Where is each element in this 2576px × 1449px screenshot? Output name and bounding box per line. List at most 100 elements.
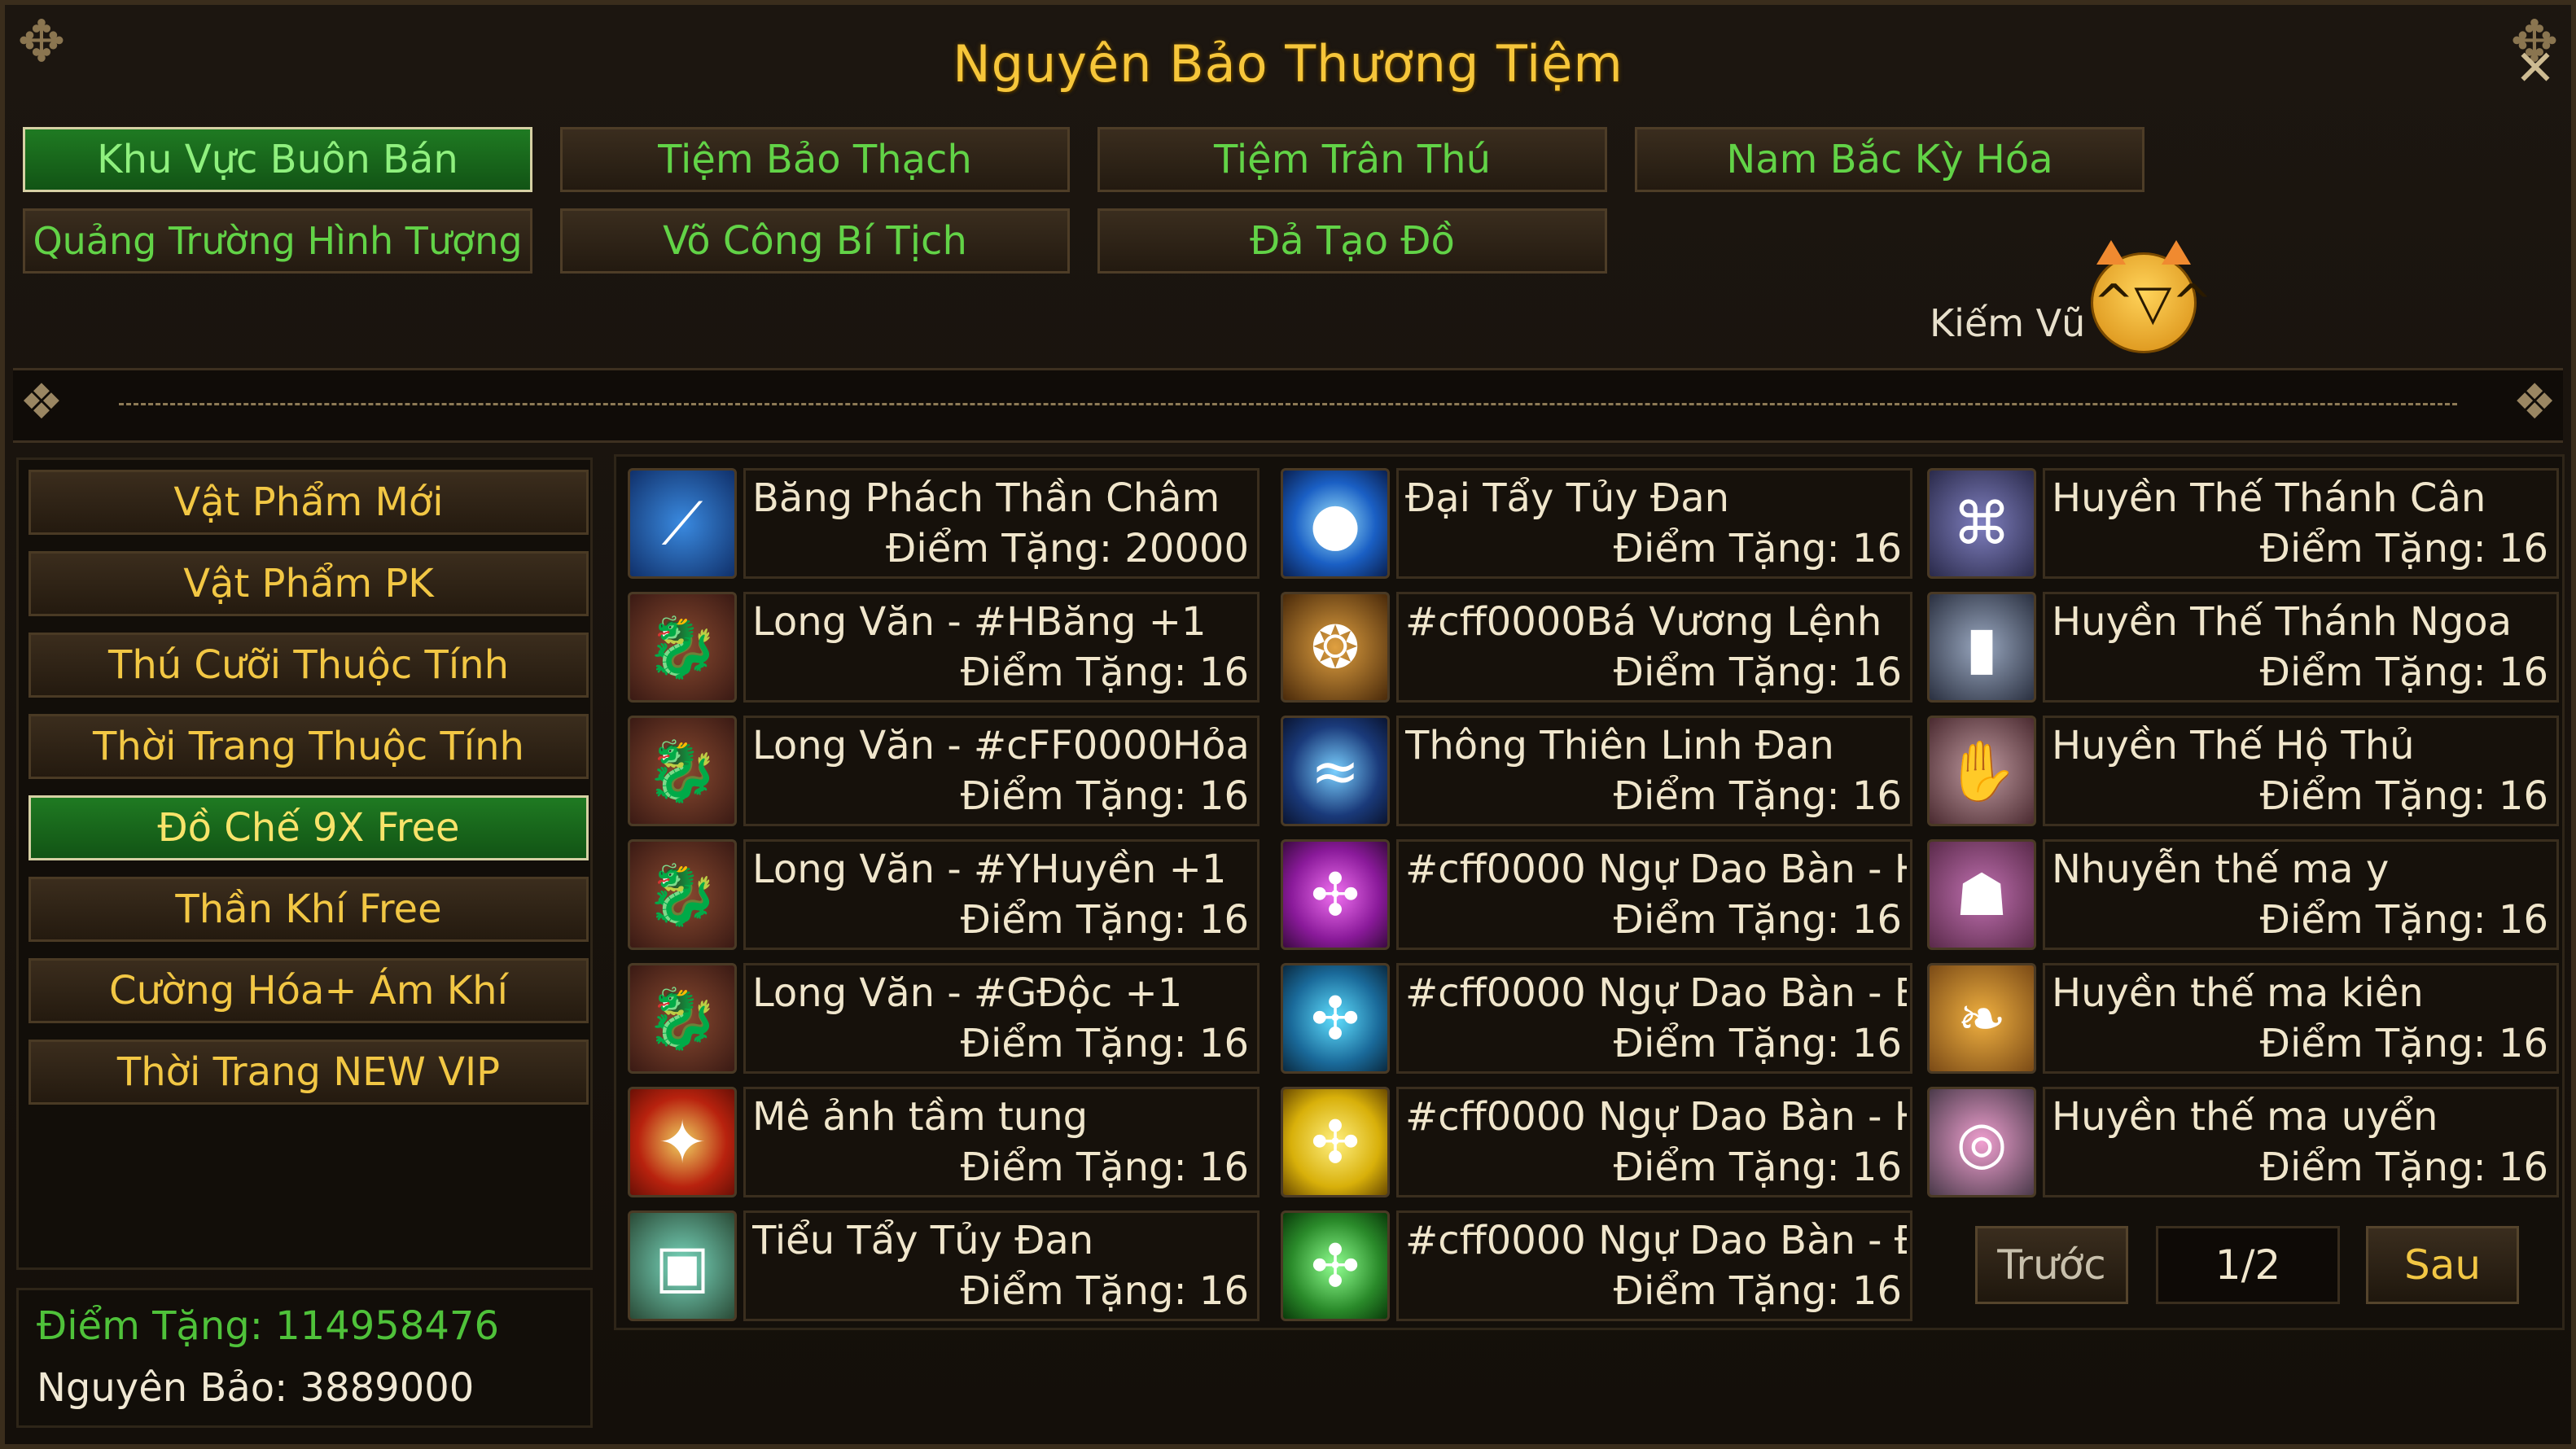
item-info: Thông Thiên Linh Đan Điểm Tặng: 16 [1396, 716, 1912, 826]
item-points: Điểm Tặng: 16 [2259, 1021, 2548, 1066]
prev-page-button[interactable]: Trước [1975, 1226, 2128, 1304]
item-points: Điểm Tặng: 16 [1613, 1268, 1902, 1314]
tab-da-tao-do[interactable]: Đả Tạo Đồ [1097, 208, 1607, 274]
item-name: Long Văn - #HBăng +1 [752, 599, 1207, 645]
armor-icon: ☗ [1927, 839, 2036, 950]
item-info: Huyền thế ma uyển Điểm Tặng: 16 [2043, 1087, 2559, 1197]
item-name: #cff0000 Ngự Dao Bàn - Độc [1405, 1218, 1907, 1263]
wave-pill-icon: ≈ [1281, 716, 1390, 826]
item-info: #cff0000 Ngự Dao Bàn - Độc Điểm Tặng: 16 [1396, 1210, 1912, 1321]
item-points: Điểm Tặng: 16 [1613, 650, 1902, 695]
close-icon[interactable]: ✕ [2511, 44, 2560, 93]
scroll-icon: ❧ [1927, 963, 2036, 1074]
needle-icon: ⟋ [628, 468, 737, 579]
category-than-khi-free[interactable]: Thần Khí Free [28, 877, 589, 942]
item-name: Huyền thế ma kiên [2052, 970, 2424, 1016]
item-points: Điểm Tặng: 16 [960, 897, 1249, 943]
tab-tiem-bao-thach[interactable]: Tiệm Bảo Thạch [560, 127, 1070, 192]
item-grid: ⟋ Băng Phách Thần Châm Điểm Tặng: 20000 … [614, 454, 2565, 1330]
green-plate-icon: ✣ [1281, 1210, 1390, 1321]
tab-nam-bac-ky-hoa[interactable]: Nam Bắc Kỳ Hóa [1635, 127, 2144, 192]
category-thoi-trang-thuoc-tinh[interactable]: Thời Trang Thuộc Tính [28, 714, 589, 779]
dashed-line [119, 403, 2457, 405]
item-points: Điểm Tặng: 16 [1613, 1021, 1902, 1066]
item-name: Đại Tẩy Tủy Đan [1405, 475, 1730, 521]
item-points: Điểm Tặng: 16 [960, 1268, 1249, 1314]
golden-token-icon: ❂ [1281, 592, 1390, 703]
item-name: Long Văn - #GĐộc +1 [752, 970, 1183, 1016]
item-info: Huyền Thế Thánh Cân Điểm Tặng: 16 [2043, 468, 2559, 579]
item-name: Băng Phách Thần Châm [752, 475, 1220, 521]
tab-tiem-tran-thu[interactable]: Tiệm Trân Thú [1097, 127, 1607, 192]
item-info: Mê ảnh tầm tung Điểm Tặng: 16 [743, 1087, 1260, 1197]
item-name: Nhuyễn thế ma y [2052, 847, 2390, 892]
item-points: Điểm Tặng: 16 [960, 1145, 1249, 1190]
item-name: Huyền thế ma uyển [2052, 1094, 2438, 1140]
headband-icon: ⌘ [1927, 468, 2036, 579]
scroll-ornament-icon: ❖ [2512, 374, 2556, 431]
cat-face-icon: ^▽^ [2091, 240, 2213, 353]
item-points: Điểm Tặng: 16 [1613, 1145, 1902, 1190]
item-name: Mê ảnh tầm tung [752, 1094, 1089, 1140]
item-info: #cff0000Bá Vương Lệnh Điểm Tặng: 16 [1396, 592, 1912, 703]
item-info: Long Văn - #cFF0000Hỏa +1 Điểm Tặng: 16 [743, 716, 1260, 826]
item-name: Huyền Thế Thánh Cân [2052, 475, 2486, 521]
item-points: Điểm Tặng: 16 [960, 1021, 1249, 1066]
item-name: #cff0000 Ngự Dao Bàn - Hỏa [1405, 847, 1907, 892]
item-points: Điểm Tặng: 16 [2259, 773, 2548, 819]
category-vat-pham-pk[interactable]: Vật Phẩm PK [28, 551, 589, 616]
compass-icon: ✦ [628, 1087, 737, 1197]
treasure-box-icon: ▣ [628, 1210, 737, 1321]
tab-khu-vuc-buon-ban[interactable]: Khu Vực Buôn Bán [23, 127, 532, 192]
category-vat-pham-moi[interactable]: Vật Phẩm Mới [28, 470, 589, 535]
dragon-seal-icon: 🐉 [628, 963, 737, 1074]
magenta-plate-icon: ✣ [1281, 839, 1390, 950]
item-name: Thông Thiên Linh Đan [1405, 723, 1834, 768]
category-thoi-trang-new-vip[interactable]: Thời Trang NEW VIP [28, 1040, 589, 1105]
item-name: #cff0000 Ngự Dao Bàn - Băng [1405, 970, 1907, 1016]
item-name: #cff0000 Ngự Dao Bàn - Huyền [1405, 1094, 1907, 1140]
tab-quang-truong-hinh-tuong[interactable]: Quảng Trường Hình Tượng [23, 208, 532, 274]
item-points: Điểm Tặng: 16 [1613, 773, 1902, 819]
item-points: Điểm Tặng: 16 [960, 773, 1249, 819]
item-points: Điểm Tặng: 20000 [886, 526, 1249, 571]
item-info: Nhuyễn thế ma y Điểm Tặng: 16 [2043, 839, 2559, 950]
item-name: Tiểu Tẩy Tủy Đan [752, 1218, 1094, 1263]
item-info: #cff0000 Ngự Dao Bàn - Hỏa Điểm Tặng: 16 [1396, 839, 1912, 950]
currency-panel: Điểm Tặng: 114958476 Nguyên Bảo: 3889000 [16, 1288, 593, 1428]
bracer-icon: ◎ [1927, 1087, 2036, 1197]
item-points: Điểm Tặng: 16 [2259, 526, 2548, 571]
category-do-che-9x-free[interactable]: Đồ Chế 9X Free [28, 795, 589, 860]
boots-icon: ▮ [1927, 592, 2036, 703]
item-points: Điểm Tặng: 16 [2259, 897, 2548, 943]
nguyen-bao-balance: Nguyên Bảo: 3889000 [37, 1365, 475, 1411]
yellow-plate-icon: ✣ [1281, 1087, 1390, 1197]
item-info: Huyền Thế Thánh Ngoa Điểm Tặng: 16 [2043, 592, 2559, 703]
blue-plate-icon: ✣ [1281, 963, 1390, 1074]
item-info: Huyền Thế Hộ Thủ Điểm Tặng: 16 [2043, 716, 2559, 826]
diem-tang-balance: Điểm Tặng: 114958476 [37, 1303, 499, 1349]
item-name: Huyền Thế Thánh Ngoa [2052, 599, 2512, 645]
item-points: Điểm Tặng: 16 [2259, 1145, 2548, 1190]
next-page-button[interactable]: Sau [2366, 1226, 2519, 1304]
item-name: Long Văn - #YHuyền +1 [752, 847, 1227, 892]
ear-right [2162, 240, 2191, 265]
category-thu-cuoi-thuoc-tinh[interactable]: Thú Cưỡi Thuộc Tính [28, 633, 589, 698]
item-points: Điểm Tặng: 16 [1613, 526, 1902, 571]
item-info: Long Văn - #YHuyền +1 Điểm Tặng: 16 [743, 839, 1260, 950]
shop-window: ✥ ✥ Nguyên Bảo Thương Tiệm ✕ Khu Vực Buô… [0, 0, 2576, 1449]
item-name: Huyền Thế Hộ Thủ [2052, 723, 2415, 768]
item-info: Huyền thế ma kiên Điểm Tặng: 16 [2043, 963, 2559, 1074]
item-name: Long Văn - #cFF0000Hỏa +1 [752, 723, 1254, 768]
item-info: Long Văn - #GĐộc +1 Điểm Tặng: 16 [743, 963, 1260, 1074]
item-info: #cff0000 Ngự Dao Bàn - Băng Điểm Tặng: 1… [1396, 963, 1912, 1074]
tab-vo-cong-bi-tich[interactable]: Võ Công Bí Tịch [560, 208, 1070, 274]
dragon-seal-icon: 🐉 [628, 716, 737, 826]
category-cuong-hoa-am-khi[interactable]: Cường Hóa+ Ám Khí [28, 958, 589, 1023]
item-points: Điểm Tặng: 16 [1613, 897, 1902, 943]
gauntlet-icon: ✋ [1927, 716, 2036, 826]
scroll-ornament-icon: ❖ [20, 374, 64, 431]
ear-left [2096, 240, 2126, 265]
window-title: Nguyên Bảo Thương Tiệm [953, 34, 1623, 94]
item-points: Điểm Tặng: 16 [2259, 650, 2548, 695]
